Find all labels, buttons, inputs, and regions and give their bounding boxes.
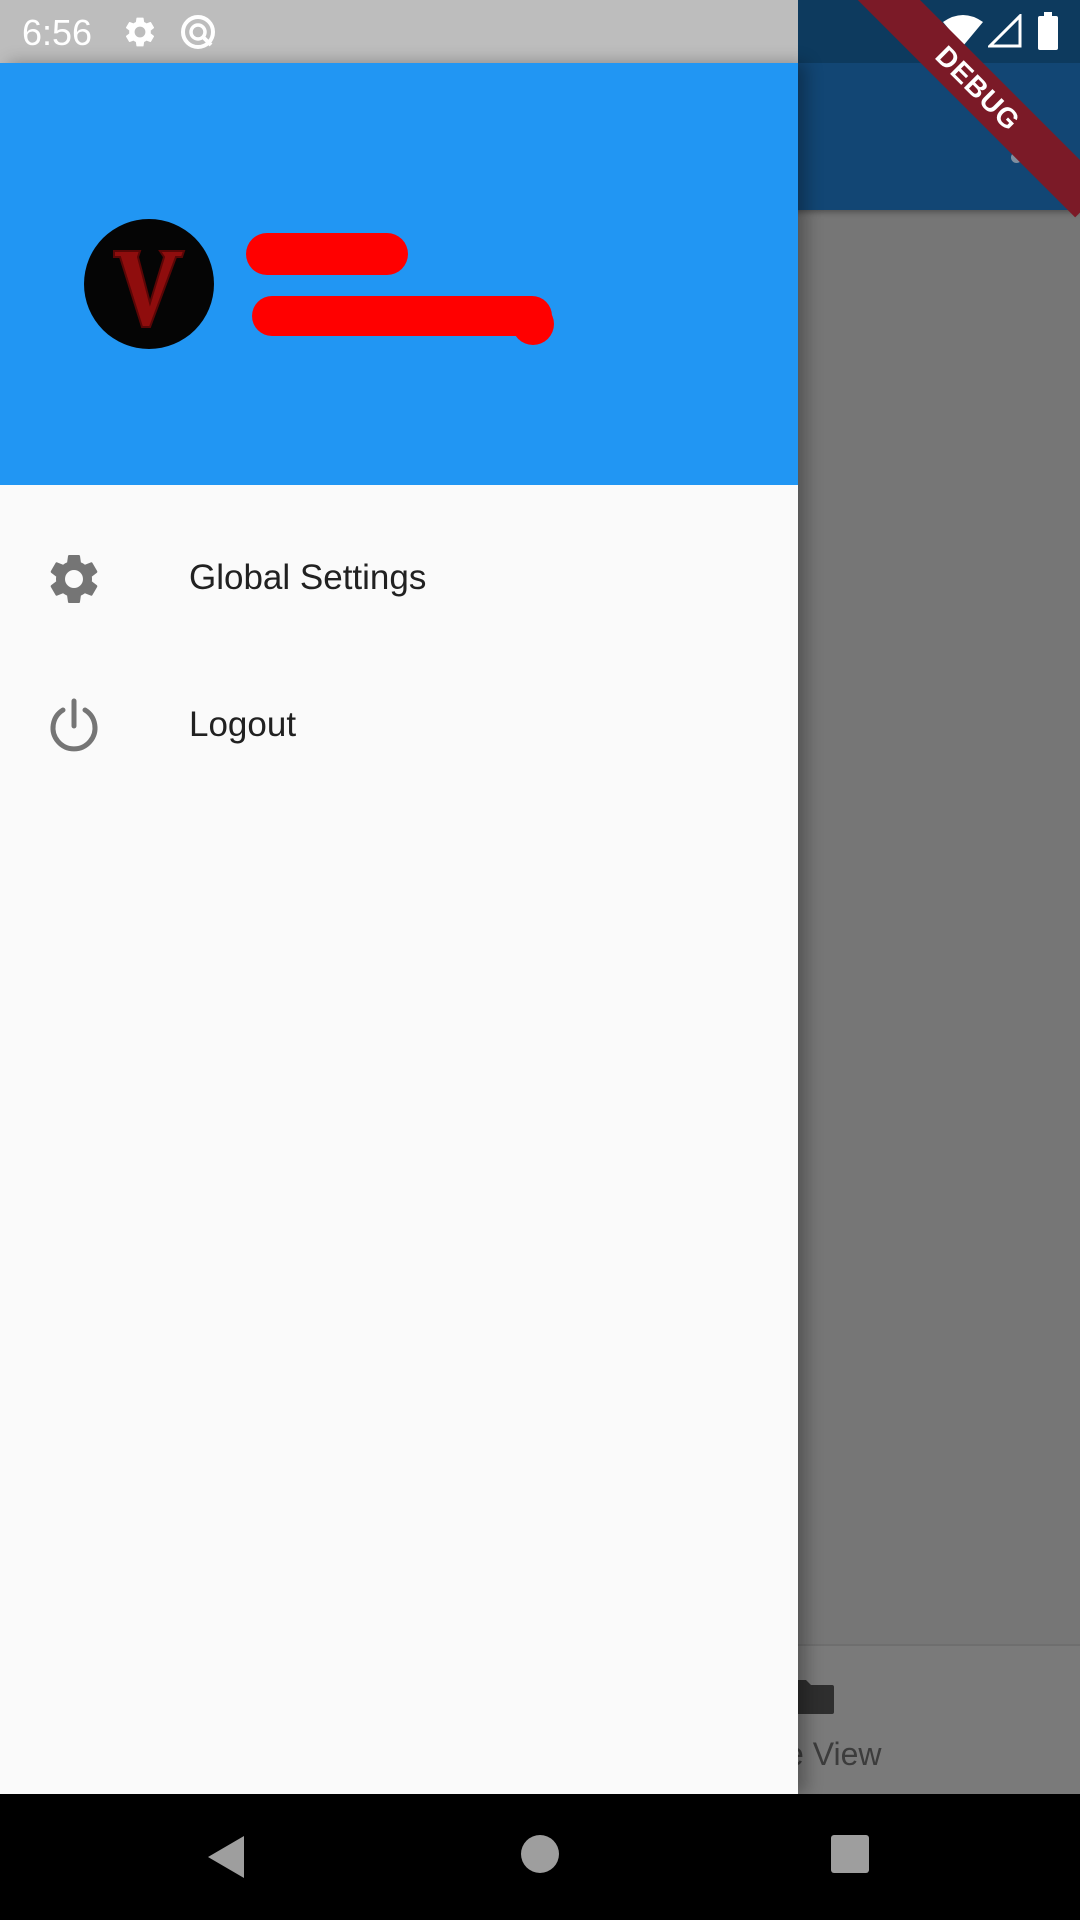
battery-icon: [1038, 12, 1058, 50]
drawer-item-label: Logout: [189, 705, 297, 744]
redacted-user-name: [246, 233, 408, 275]
drawer-item-global-settings[interactable]: Global Settings: [0, 506, 798, 652]
drawer-item-logout[interactable]: Logout: [0, 653, 798, 799]
redacted-user-email-end: [512, 303, 554, 345]
avatar-logo-icon: [113, 250, 186, 328]
drawer-header: [0, 63, 798, 485]
signal-icon: [988, 14, 1022, 48]
recents-icon[interactable]: [830, 1834, 870, 1874]
sync-icon: [181, 15, 215, 49]
status-bar-left: [0, 0, 798, 63]
redacted-user-email: [252, 296, 552, 336]
home-icon[interactable]: [520, 1834, 560, 1874]
gear-icon: [50, 554, 98, 603]
status-time: 6:56: [22, 12, 93, 53]
back-icon[interactable]: [204, 1834, 250, 1880]
avatar[interactable]: [84, 219, 214, 349]
settings-icon: [125, 17, 155, 47]
power-icon: [50, 698, 98, 752]
navigation-drawer: Global Settings Logout: [0, 63, 798, 1794]
system-nav-bar: [0, 1794, 1080, 1920]
drawer-item-label: Global Settings: [189, 558, 427, 597]
